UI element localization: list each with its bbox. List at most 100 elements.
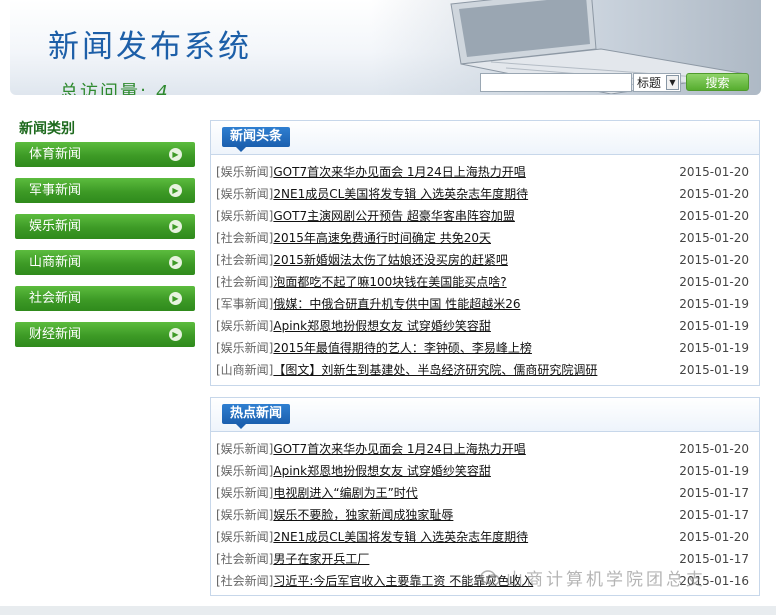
news-row: [社会新闻]2015年高速免费通行时间确定 共免20天 2015-01-20 [216, 228, 759, 250]
news-title-link[interactable]: GOT7首次来华办见面会 1月24日上海热力开唱 [273, 442, 525, 456]
news-row: [娱乐新闻]2NE1成员CL美国将发专辑 入选英杂志年度期待 2015-01-20 [216, 527, 759, 549]
news-title-link[interactable]: 男子在家开兵工厂 [273, 552, 369, 566]
news-category: [娱乐新闻] [216, 209, 274, 223]
news-title-link[interactable]: 娱乐不要脸，独家新闻成独家耻辱 [273, 508, 453, 522]
news-date: 2015-01-20 [679, 209, 749, 223]
news-title-link[interactable]: 2015年高速免费通行时间确定 共免20天 [273, 231, 491, 245]
news-category: [娱乐新闻] [216, 464, 274, 478]
news-category: [社会新闻] [216, 253, 274, 267]
news-category: [娱乐新闻] [216, 341, 274, 355]
sidebar-item-label: 军事新闻 [29, 183, 82, 198]
news-row: [军事新闻]俄媒：中俄合研直升机专供中国 性能超越米26 2015-01-19 [216, 294, 759, 316]
news-row: [社会新闻]男子在家开兵工厂 2015-01-17 [216, 549, 759, 571]
news-category: [娱乐新闻] [216, 165, 274, 179]
news-row: [社会新闻]2015新婚姻法太伤了姑娘还没买房的赶紧吧 2015-01-20 [216, 250, 759, 272]
news-category: [娱乐新闻] [216, 442, 274, 456]
hot-news-panel-header: 热点新闻 [211, 398, 759, 432]
search-input[interactable] [480, 73, 632, 92]
news-category: [社会新闻] [216, 574, 274, 588]
news-date: 2015-01-19 [679, 297, 749, 311]
sidebar-item-entertainment[interactable]: 娱乐新闻 ▶ [15, 214, 195, 239]
news-category: [娱乐新闻] [216, 530, 274, 544]
visit-counter: 总访问量: 4 [60, 78, 170, 95]
arrow-right-icon: ▶ [169, 184, 182, 197]
news-category: [社会新闻] [216, 275, 274, 289]
hot-news-title: 热点新闻 [222, 404, 291, 429]
sidebar-item-campus[interactable]: 山商新闻 ▶ [15, 250, 195, 275]
news-row: [娱乐新闻]2NE1成员CL美国将发专辑 入选英杂志年度期待 2015-01-20 [216, 184, 759, 206]
sidebar-item-label: 财经新闻 [29, 327, 82, 342]
footer-bar [0, 606, 776, 615]
news-date: 2015-01-20 [679, 442, 749, 456]
news-title-link[interactable]: Apink郑恩地扮假想女友 试穿婚纱笑容甜 [273, 464, 491, 478]
arrow-right-icon: ▶ [169, 256, 182, 269]
headlines-panel-header: 新闻头条 [211, 121, 759, 155]
news-category: [娱乐新闻] [216, 319, 274, 333]
news-category: [山商新闻] [216, 363, 274, 377]
news-title-link[interactable]: 【图文】刘新生到基建处、半岛经济研究院、儒商研究院调研 [273, 363, 597, 377]
news-title-link[interactable]: 2015年最值得期待的艺人：李钟硕、李易峰上榜 [273, 341, 532, 355]
visit-count: 4 [156, 82, 170, 95]
news-date: 2015-01-20 [679, 275, 749, 289]
visit-label: 总访问量: [60, 82, 149, 95]
news-date: 2015-01-20 [679, 253, 749, 267]
sidebar-title: 新闻类别 [19, 121, 75, 137]
hot-news-list: [娱乐新闻]GOT7首次来华办见面会 1月24日上海热力开唱 2015-01-20… [211, 432, 759, 593]
sidebar-item-society[interactable]: 社会新闻 ▶ [15, 286, 195, 311]
news-row: [娱乐新闻]电视剧进入“编剧为王”时代 2015-01-17 [216, 483, 759, 505]
sidebar-item-label: 娱乐新闻 [29, 219, 82, 234]
news-category: [娱乐新闻] [216, 508, 274, 522]
news-row: [山商新闻]【图文】刘新生到基建处、半岛经济研究院、儒商研究院调研 2015-01… [216, 360, 759, 382]
news-date: 2015-01-19 [679, 464, 749, 478]
news-date: 2015-01-17 [679, 552, 749, 566]
news-title-link[interactable]: Apink郑恩地扮假想女友 试穿婚纱笑容甜 [273, 319, 491, 333]
search-button[interactable]: 搜索 [686, 73, 749, 91]
chevron-down-icon: ▼ [666, 75, 679, 90]
sidebar-item-label: 社会新闻 [29, 291, 82, 306]
news-row: [社会新闻]习近平:今后军官收入主要靠工资 不能靠灰色收入 2015-01-16 [216, 571, 759, 593]
news-title-link[interactable]: GOT7首次来华办见面会 1月24日上海热力开唱 [273, 165, 525, 179]
sidebar-item-label: 体育新闻 [29, 147, 82, 162]
arrow-right-icon: ▶ [169, 220, 182, 233]
news-title-link[interactable]: 2NE1成员CL美国将发专辑 入选英杂志年度期待 [273, 187, 528, 201]
category-sidebar: 新闻类别 体育新闻 ▶ 军事新闻 ▶ 娱乐新闻 ▶ 山商新闻 ▶ 社会新闻 ▶ 财经新闻 ▶ [15, 118, 196, 358]
news-title-link[interactable]: 习近平:今后军官收入主要靠工资 不能靠灰色收入 [273, 574, 533, 588]
news-title-link[interactable]: 电视剧进入“编剧为王”时代 [273, 486, 417, 500]
news-row: [娱乐新闻]GOT7首次来华办见面会 1月24日上海热力开唱 2015-01-20 [216, 162, 759, 184]
news-date: 2015-01-19 [679, 341, 749, 355]
news-row: [娱乐新闻]GOT7主演网剧公开预告 超豪华客串阵容加盟 2015-01-20 [216, 206, 759, 228]
news-category: [娱乐新闻] [216, 187, 274, 201]
news-date: 2015-01-20 [679, 231, 749, 245]
news-category: [社会新闻] [216, 231, 274, 245]
headlines-title: 新闻头条 [222, 127, 291, 152]
news-title-link[interactable]: 2015新婚姻法太伤了姑娘还没买房的赶紧吧 [273, 253, 508, 267]
news-title-link[interactable]: GOT7主演网剧公开预告 超豪华客串阵容加盟 [273, 209, 515, 223]
search-field-select[interactable]: 标题 ▼ [633, 73, 681, 92]
arrow-right-icon: ▶ [169, 148, 182, 161]
sidebar-item-label: 山商新闻 [29, 255, 82, 270]
sidebar-item-sports[interactable]: 体育新闻 ▶ [15, 142, 195, 167]
arrow-right-icon: ▶ [169, 328, 182, 341]
news-date: 2015-01-17 [679, 508, 749, 522]
arrow-right-icon: ▶ [169, 292, 182, 305]
news-row: [社会新闻]泡面都吃不起了嘛100块钱在美国能买点啥? 2015-01-20 [216, 272, 759, 294]
hot-news-panel: 热点新闻 [娱乐新闻]GOT7首次来华办见面会 1月24日上海热力开唱 2015-… [210, 397, 760, 596]
search-field-selected: 标题 [637, 76, 662, 90]
news-date: 2015-01-19 [679, 363, 749, 377]
news-category: [娱乐新闻] [216, 486, 274, 500]
news-date: 2015-01-19 [679, 319, 749, 333]
headlines-list: [娱乐新闻]GOT7首次来华办见面会 1月24日上海热力开唱 2015-01-20… [211, 155, 759, 382]
news-title-link[interactable]: 俄媒：中俄合研直升机专供中国 性能超越米26 [273, 297, 520, 311]
site-header: 新闻发布系统 总访问量: 4 标题 ▼ 搜索 [10, 0, 761, 95]
news-row: [娱乐新闻]Apink郑恩地扮假想女友 试穿婚纱笑容甜 2015-01-19 [216, 461, 759, 483]
news-row: [娱乐新闻]GOT7首次来华办见面会 1月24日上海热力开唱 2015-01-20 [216, 439, 759, 461]
sidebar-item-finance[interactable]: 财经新闻 ▶ [15, 322, 195, 347]
news-date: 2015-01-16 [679, 574, 749, 588]
headlines-panel: 新闻头条 [娱乐新闻]GOT7首次来华办见面会 1月24日上海热力开唱 2015-… [210, 120, 760, 386]
sidebar-item-military[interactable]: 军事新闻 ▶ [15, 178, 195, 203]
news-date: 2015-01-20 [679, 165, 749, 179]
news-title-link[interactable]: 泡面都吃不起了嘛100块钱在美国能买点啥? [273, 275, 506, 289]
news-category: [社会新闻] [216, 552, 274, 566]
news-title-link[interactable]: 2NE1成员CL美国将发专辑 入选英杂志年度期待 [273, 530, 528, 544]
news-date: 2015-01-20 [679, 530, 749, 544]
